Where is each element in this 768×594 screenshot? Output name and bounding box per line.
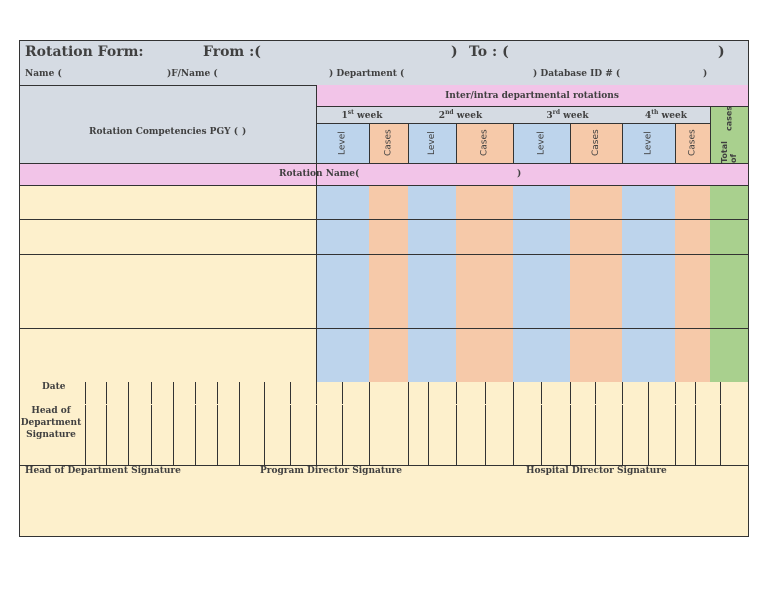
- week-2-level-header: Level: [408, 123, 456, 163]
- week-3-cases-header: Cases: [570, 123, 622, 163]
- w2-cases-column[interactable]: [456, 185, 513, 382]
- competencies-header: [20, 85, 316, 163]
- rotation-name-label: Rotation Name(: [279, 169, 360, 179]
- w4-cases-column[interactable]: [675, 185, 710, 382]
- competency-row-2[interactable]: [20, 220, 316, 254]
- database-id-close: ): [703, 69, 708, 79]
- database-id-label: ) Database ID # (: [533, 69, 621, 79]
- total-label-line2: cases: [724, 106, 734, 132]
- week-2-cases-header: Cases: [456, 123, 513, 163]
- w1-level-column[interactable]: [316, 185, 369, 382]
- from-label: From :(: [203, 44, 261, 60]
- w3-cases-column[interactable]: [570, 185, 622, 382]
- total-cases-column[interactable]: [710, 185, 748, 382]
- week-1-level-header: Level: [316, 123, 369, 163]
- competencies-close: ): [242, 127, 247, 137]
- w4-level-column[interactable]: [622, 185, 675, 382]
- rotations-banner: Inter/intra departmental rotations: [316, 85, 748, 106]
- week-4-cases-header: Cases: [675, 123, 710, 163]
- rotation-name-close: ): [517, 169, 522, 179]
- form-title: Rotation Form:: [25, 44, 144, 60]
- week-3-label: 3rd week: [546, 109, 589, 121]
- competency-row-4[interactable]: [20, 329, 316, 382]
- competency-row-3[interactable]: [20, 255, 316, 328]
- w3-level-column[interactable]: [513, 185, 570, 382]
- name-label: Name (: [25, 69, 62, 79]
- total-cases-header: Total of cases: [710, 106, 748, 163]
- program-director-signature: Program Director Signature: [260, 466, 402, 476]
- signature-area[interactable]: [20, 479, 748, 536]
- date-label: Date: [42, 382, 66, 392]
- rotation-name-row: [20, 163, 748, 185]
- to-label: To : (: [469, 44, 509, 60]
- hod-signature-label: Head of Department Signature: [20, 406, 82, 440]
- competency-row-1[interactable]: [20, 186, 316, 219]
- week-1-cases-header: Cases: [369, 123, 408, 163]
- date-signature-divider: [85, 404, 748, 405]
- to-close: ): [718, 44, 725, 60]
- week-1-label: 1st week: [341, 109, 383, 121]
- hospital-director-signature: Hospital Director Signature: [526, 466, 667, 476]
- week-4-level-header: Level: [622, 123, 675, 163]
- w2-level-column[interactable]: [408, 185, 456, 382]
- competencies-label: Rotation Competencies PGY (: [89, 127, 238, 137]
- from-close: ): [451, 44, 458, 60]
- w1-cases-column[interactable]: [369, 185, 408, 382]
- fname-label: )F/Name (: [167, 69, 218, 79]
- rotation-form: Rotation Form: From :( ) To : ( ) Name (…: [19, 40, 749, 537]
- hod-signature-footer: Head of Department Signature: [25, 466, 181, 476]
- department-label: ) Department (: [329, 69, 405, 79]
- week-2-label: 2nd week: [438, 109, 483, 121]
- total-label-line1: Total of: [720, 141, 738, 163]
- week-4-label: 4th week: [645, 109, 687, 121]
- rotations-banner-label: Inter/intra departmental rotations: [445, 90, 619, 101]
- week-3-level-header: Level: [513, 123, 570, 163]
